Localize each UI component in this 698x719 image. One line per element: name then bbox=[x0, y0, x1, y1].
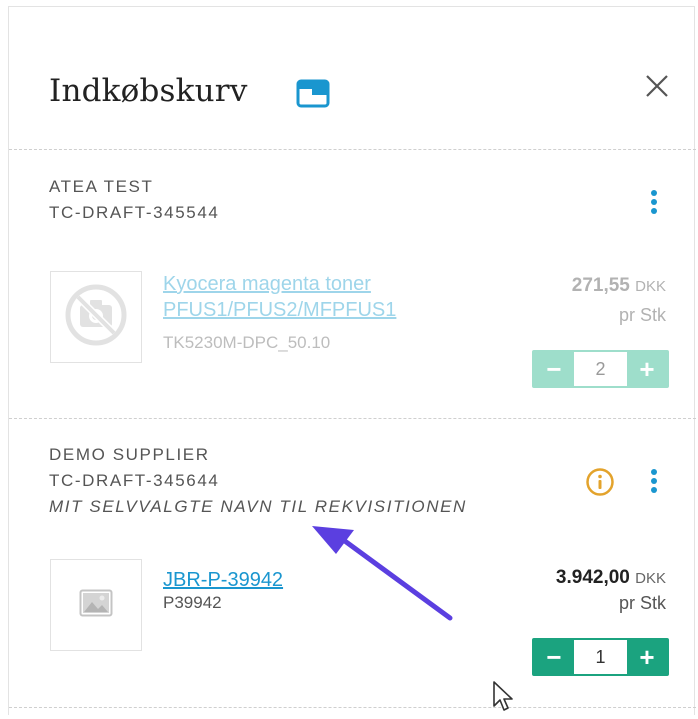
cart-panel: Indkøbskurv ATEA TEST TC-DRAFT-345544 Ky… bbox=[8, 6, 696, 715]
product-thumbnail bbox=[50, 271, 142, 363]
requisition-name: MIT SELVVALGTE NAVN TIL REKVISITIONEN bbox=[49, 497, 467, 516]
draft-id: TC-DRAFT-345644 bbox=[49, 471, 220, 490]
product-name-link[interactable]: JBR-P-39942 bbox=[163, 567, 463, 593]
supplier-name: DEMO SUPPLIER bbox=[49, 445, 210, 464]
quantity-stepper: − 1 + bbox=[532, 638, 669, 676]
increase-quantity-button[interactable]: + bbox=[627, 352, 667, 386]
product-sku: P39942 bbox=[163, 593, 222, 612]
increase-quantity-button[interactable]: + bbox=[627, 640, 667, 674]
expand-window-icon[interactable] bbox=[296, 79, 330, 114]
price-amount: 271,55 bbox=[571, 275, 630, 296]
quantity-input[interactable]: 1 bbox=[574, 640, 627, 674]
quantity-input[interactable]: 2 bbox=[574, 352, 627, 386]
price-currency: DKK bbox=[635, 278, 666, 295]
close-icon[interactable] bbox=[644, 73, 670, 104]
price-amount: 3.942,00 bbox=[555, 567, 630, 588]
more-options-icon[interactable] bbox=[649, 188, 659, 223]
decrease-quantity-button[interactable]: − bbox=[534, 640, 574, 674]
more-options-icon[interactable] bbox=[649, 467, 659, 502]
no-camera-icon bbox=[64, 283, 128, 352]
quantity-stepper: − 2 + bbox=[532, 350, 669, 388]
supplier-name: ATEA TEST bbox=[49, 177, 154, 196]
price-unit: pr Stk bbox=[618, 305, 666, 325]
page-title: Indkøbskurv bbox=[49, 73, 248, 109]
divider bbox=[9, 418, 696, 419]
divider bbox=[9, 707, 696, 708]
mouse-cursor-icon bbox=[492, 680, 518, 719]
product-sku: TK5230M-DPC_50.10 bbox=[163, 333, 331, 352]
product-price: 271,55 DKK bbox=[572, 275, 666, 297]
decrease-quantity-button[interactable]: − bbox=[534, 352, 574, 386]
draft-id: TC-DRAFT-345544 bbox=[49, 203, 220, 222]
divider bbox=[9, 149, 696, 150]
product-thumbnail bbox=[50, 559, 142, 651]
product-price: 3.942,00 DKK bbox=[556, 567, 666, 589]
price-unit: pr Stk bbox=[618, 593, 666, 613]
image-placeholder-icon bbox=[79, 589, 113, 622]
info-icon[interactable] bbox=[585, 467, 615, 502]
product-name-link[interactable]: Kyocera magenta toner PFUS1/PFUS2/MFPFUS… bbox=[163, 271, 463, 323]
price-currency: DKK bbox=[635, 570, 666, 587]
